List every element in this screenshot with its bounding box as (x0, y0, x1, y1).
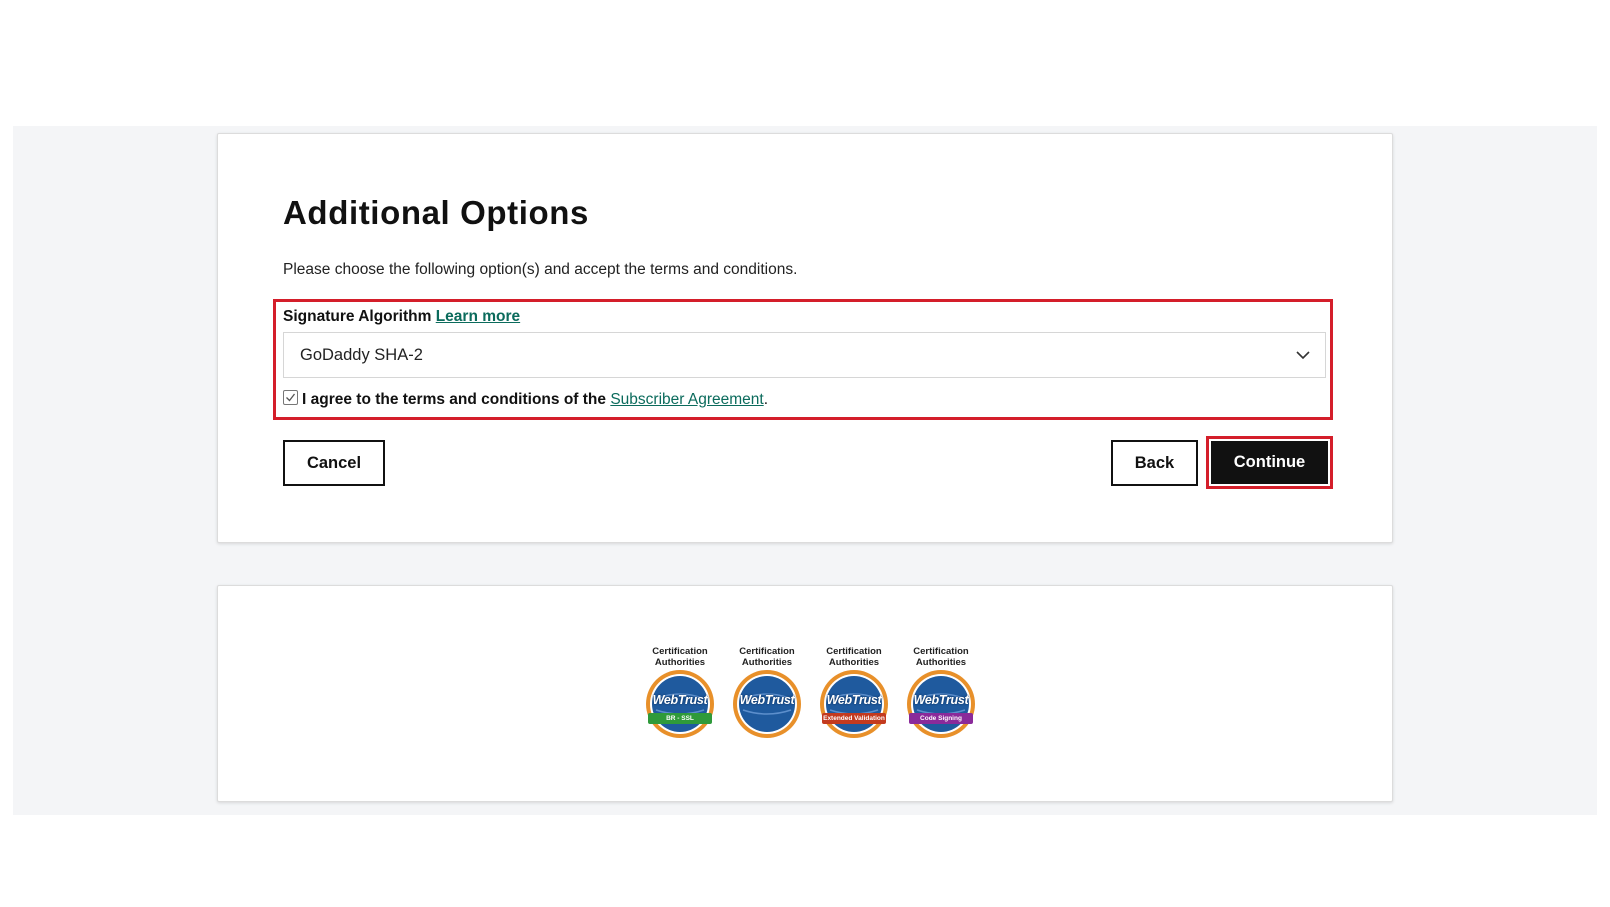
badge-brand: WebTrust (826, 693, 882, 707)
select-value: GoDaddy SHA-2 (300, 345, 423, 364)
agree-row: I agree to the terms and conditions of t… (283, 389, 768, 409)
cancel-button[interactable]: Cancel (283, 440, 385, 486)
badge-brand: WebTrust (739, 693, 795, 707)
badge-caption: Certification Authorities (913, 646, 969, 668)
badge-caption: Certification Authorities (739, 646, 795, 668)
signature-algorithm-text: Signature Algorithm (283, 308, 432, 325)
page-title: Additional Options (283, 194, 589, 231)
back-button[interactable]: Back (1111, 440, 1198, 486)
agree-suffix: . (763, 391, 768, 408)
subscriber-agreement-link[interactable]: Subscriber Agreement (610, 391, 763, 409)
agree-checkbox[interactable] (283, 389, 298, 405)
signature-algorithm-select[interactable]: GoDaddy SHA-2 (283, 332, 1326, 378)
agree-text: I agree to the terms and conditions of t… (302, 391, 607, 408)
checkmark-icon (286, 393, 296, 401)
webtrust-badge: Certification Authorities WebTrust BR - … (642, 646, 718, 746)
badge-brand: WebTrust (913, 693, 969, 707)
badge-brand: WebTrust (652, 693, 708, 707)
signature-algorithm-label: Signature Algorithm Learn more (283, 308, 520, 326)
badge-ribbon: BR - SSL (648, 713, 712, 724)
continue-button[interactable]: Continue (1211, 441, 1328, 484)
badge-ribbon: Code Signing (909, 713, 973, 724)
trust-badges-card: Certification Authorities WebTrust BR - … (217, 585, 1393, 802)
webtrust-badge: Certification Authorities WebTrust (729, 646, 805, 746)
webtrust-badge: Certification Authorities WebTrust Code … (903, 646, 979, 746)
highlight-box-continue: Continue (1206, 436, 1333, 489)
learn-more-link[interactable]: Learn more (436, 308, 520, 325)
page-subtitle: Please choose the following option(s) an… (283, 261, 798, 278)
webtrust-badges: Certification Authorities WebTrust BR - … (642, 646, 979, 746)
chevron-down-icon (1296, 351, 1310, 360)
additional-options-card: Additional Options Please choose the fol… (217, 133, 1393, 543)
badge-caption: Certification Authorities (826, 646, 882, 668)
webtrust-badge: Certification Authorities WebTrust Exten… (816, 646, 892, 746)
badge-caption: Certification Authorities (652, 646, 708, 668)
badge-ribbon: Extended Validation (822, 713, 886, 724)
